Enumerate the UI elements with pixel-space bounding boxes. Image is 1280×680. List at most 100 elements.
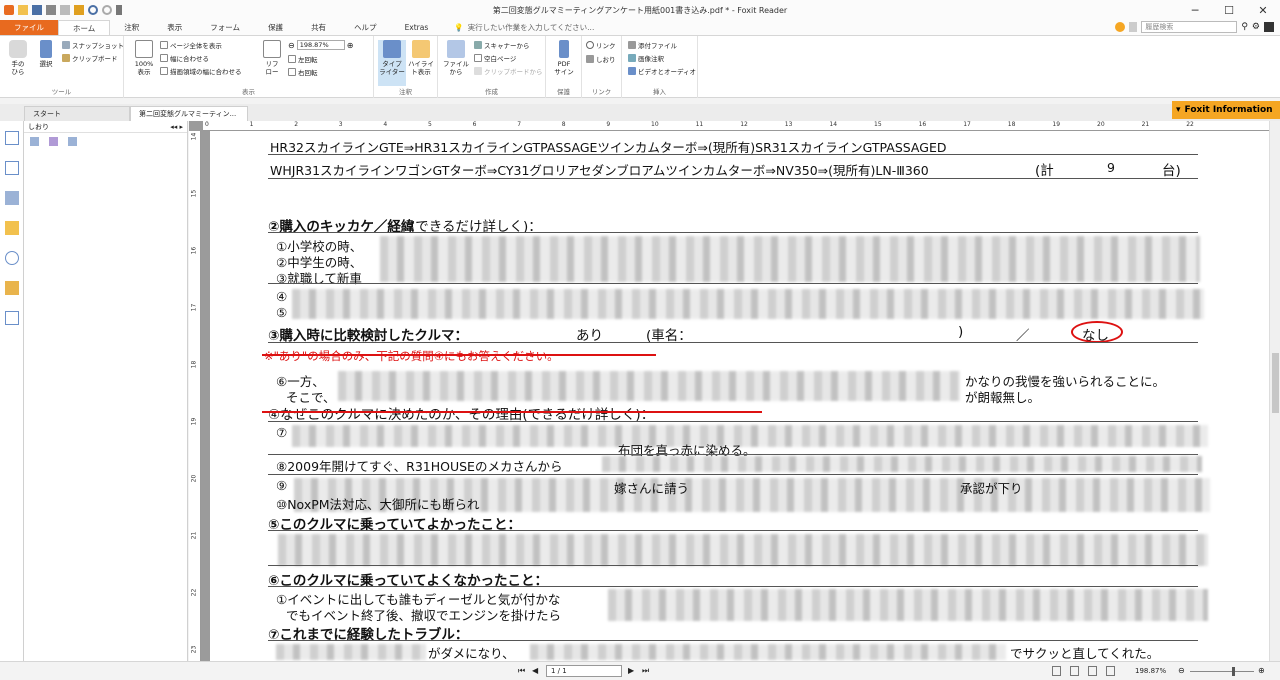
ruler-tick-label: 20 — [1097, 121, 1105, 128]
rotate-left-button[interactable]: 左回転 — [288, 54, 318, 64]
hand-icon[interactable] — [74, 5, 84, 15]
continuous-facing-icon[interactable] — [1106, 666, 1115, 676]
ruler-tick-label: 15 — [190, 189, 198, 198]
scanner-icon — [474, 41, 482, 49]
clipboard-button[interactable]: クリップボード — [62, 53, 118, 63]
facing-icon[interactable] — [1088, 666, 1097, 676]
customize-icon[interactable] — [116, 5, 122, 15]
bookmark-button[interactable]: しおり — [586, 54, 616, 64]
group-tools: 手の ひら 選択 スナップショット クリップボード ツール — [0, 36, 124, 98]
rotate-right-button[interactable]: 右回転 — [288, 67, 318, 77]
bookmark-add-icon[interactable] — [30, 137, 39, 146]
tab-home[interactable]: ホーム — [58, 20, 111, 35]
document-viewport[interactable]: 0 1 2 3 4 5 6 7 8 9 10 11 12 13 14 15 16 17 18 19 20 21 22 14 1… — [189, 121, 1269, 661]
bookmark-panel-icon[interactable] — [5, 131, 19, 145]
save-icon[interactable] — [32, 5, 42, 15]
lightbulb-icon: 💡 — [454, 23, 464, 32]
redo-icon[interactable] — [102, 5, 112, 15]
email-icon[interactable] — [60, 5, 70, 15]
scrollbar-thumb[interactable] — [1272, 353, 1279, 413]
pages-panel-icon[interactable] — [5, 161, 19, 175]
signature-panel-icon[interactable] — [5, 311, 19, 325]
undo-icon[interactable] — [88, 5, 98, 15]
minimize-button[interactable]: ─ — [1178, 0, 1212, 20]
zoom-in-icon[interactable]: ⊕ — [1258, 666, 1265, 675]
blank-page-button[interactable]: 空白ページ — [474, 53, 516, 63]
collapse-panel-icon[interactable]: ◂◂ ▸ — [170, 123, 183, 131]
clipboard-icon — [62, 54, 70, 62]
tab-form[interactable]: フォーム — [196, 20, 254, 35]
image-icon — [628, 54, 636, 62]
zoom-out-icon[interactable]: ⊖ — [1178, 666, 1185, 675]
zoom-control[interactable]: ⊖ 198.87% ⊕ — [288, 40, 353, 50]
tell-me-box[interactable]: 💡 実行したい作業を入力してください... — [442, 20, 594, 35]
continuous-icon[interactable] — [1070, 666, 1079, 676]
tell-me-text: 実行したい作業を入力してください... — [467, 23, 595, 32]
attachments-panel-icon[interactable] — [5, 251, 19, 265]
tab-document[interactable]: 第二回変態グルマミーティン... — [130, 106, 248, 121]
tab-file[interactable]: ファイル — [0, 20, 58, 35]
zoom-input[interactable]: 198.87% — [296, 40, 345, 50]
answer-2-3: ③就職して新車 — [276, 271, 362, 286]
print-icon[interactable] — [46, 5, 56, 15]
bookmark-delete-icon[interactable] — [68, 137, 77, 146]
typewriter-button[interactable]: タイプ ライター — [378, 40, 406, 86]
ruler-tick-label: 0 — [205, 121, 209, 128]
video-audio-button[interactable]: ビデオとオーディオ — [628, 66, 696, 76]
foxit-info-label: Foxit Information — [1184, 105, 1273, 115]
tab-protect[interactable]: 保護 — [254, 20, 297, 35]
page-number-input[interactable]: 1 / 1 — [546, 665, 622, 677]
tab-share[interactable]: 共有 — [297, 20, 340, 35]
security-panel-icon[interactable] — [5, 281, 19, 295]
ruler-tick-label: 13 — [784, 121, 793, 128]
zoom-out-icon[interactable]: ⊖ — [288, 41, 295, 50]
zoom-slider[interactable] — [1190, 671, 1254, 672]
maximize-button[interactable]: ☐ — [1212, 0, 1246, 20]
ruler-tick-label: 12 — [740, 121, 748, 128]
attachment-button[interactable]: 添付ファイル — [628, 40, 677, 50]
reflow-button[interactable]: リフ ロー — [258, 40, 286, 76]
actual-size-button[interactable]: 100% 表示 — [130, 40, 158, 76]
group-view: 100% 表示 ページ全体を表示 幅に合わせる 描画領域の幅に合わせる リフ ロ… — [124, 36, 374, 98]
redacted-block — [380, 236, 1200, 282]
open-icon[interactable] — [18, 5, 28, 15]
last-page-icon[interactable]: ⏭ — [642, 666, 649, 676]
smiley-icon[interactable] — [1115, 22, 1126, 32]
foxit-information-banner[interactable]: ▾ Foxit Information — [1172, 101, 1280, 119]
tab-view[interactable]: 表示 — [153, 20, 196, 35]
bulb-icon[interactable] — [1129, 22, 1138, 32]
next-page-icon[interactable]: ▶ — [628, 666, 634, 675]
image-note-button[interactable]: 画像注釈 — [628, 53, 664, 63]
vertical-scrollbar[interactable] — [1269, 121, 1280, 661]
highlight-button[interactable]: ハイライ ト表示 — [407, 40, 435, 76]
first-page-icon[interactable]: ⏮ — [518, 666, 525, 676]
fit-visible-button[interactable]: 描画領域の幅に合わせる — [160, 66, 242, 76]
user-icon[interactable] — [1264, 22, 1274, 32]
zoom-in-icon[interactable]: ⊕ — [347, 41, 354, 50]
fit-page-button[interactable]: ページ全体を表示 — [160, 40, 222, 50]
search-input[interactable]: 履歴検索 — [1141, 21, 1238, 33]
layers-panel-icon[interactable] — [5, 191, 19, 205]
hand-tool-button[interactable]: 手の ひら — [4, 40, 32, 76]
link-button[interactable]: リンク — [586, 40, 616, 50]
tab-comment[interactable]: 注釈 — [110, 20, 153, 35]
snapshot-button[interactable]: スナップショット — [62, 40, 124, 50]
bookmark-expand-icon[interactable] — [49, 137, 58, 146]
from-scanner-button[interactable]: スキャナーから — [474, 40, 530, 50]
single-page-icon[interactable] — [1052, 666, 1061, 676]
close-button[interactable]: ✕ — [1246, 0, 1280, 20]
tab-start[interactable]: スタート — [24, 106, 130, 121]
tab-help[interactable]: ヘルプ — [340, 20, 391, 35]
search-icon[interactable]: ⚲ — [1241, 22, 1248, 32]
fit-width-button[interactable]: 幅に合わせる — [160, 53, 209, 63]
typewriter-icon — [383, 40, 401, 58]
zoom-slider-handle[interactable] — [1232, 667, 1235, 676]
select-tool-button[interactable]: 選択 — [32, 40, 60, 68]
pdf-sign-button[interactable]: PDF サイン — [550, 40, 578, 76]
comments-panel-icon[interactable] — [5, 221, 19, 235]
settings-icon[interactable]: ⚙ — [1252, 22, 1260, 32]
tab-extras[interactable]: Extras — [391, 20, 443, 35]
from-file-button[interactable]: ファイル から — [442, 40, 470, 76]
prev-page-icon[interactable]: ◀ — [532, 666, 538, 675]
from-clipboard-button[interactable]: クリップボードから — [474, 66, 543, 76]
